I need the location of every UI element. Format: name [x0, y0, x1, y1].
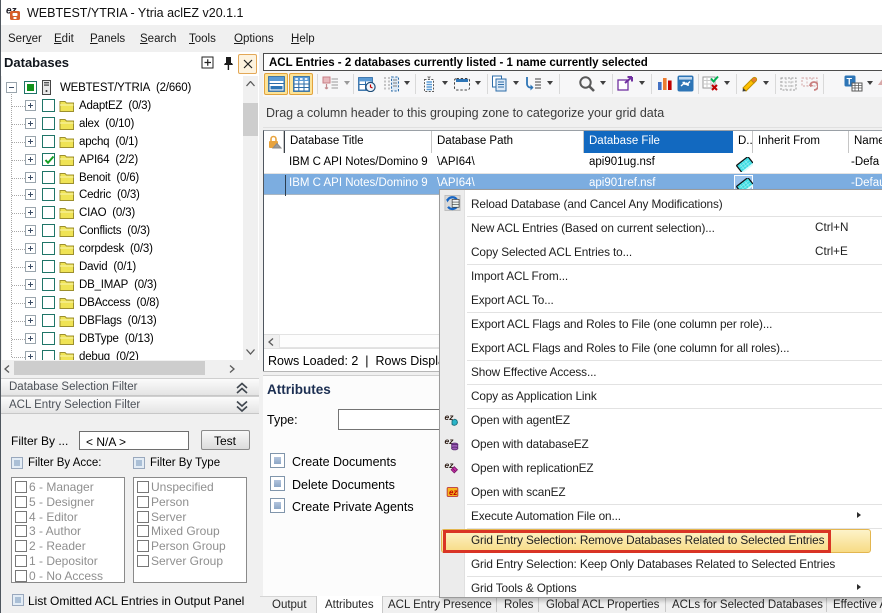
- svg-text:ez: ez: [449, 488, 457, 497]
